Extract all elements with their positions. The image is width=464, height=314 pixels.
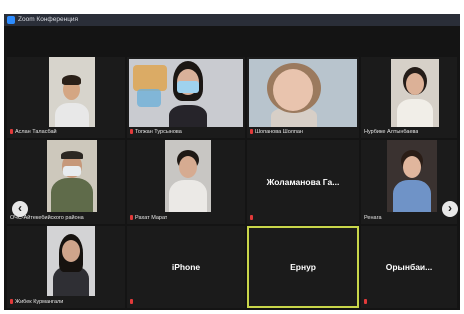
participant-video (47, 226, 95, 296)
face-mask (63, 166, 81, 176)
zoom-app-icon (7, 16, 15, 24)
participant-head (406, 73, 424, 95)
participant-head (179, 156, 197, 178)
participant-tile[interactable]: Жибек Курмангали (7, 226, 125, 308)
participant-name-text: Нурбике Алтынбаева (364, 129, 419, 135)
participant-tile[interactable]: Жоламанова Га... (247, 140, 359, 224)
participant-tile[interactable]: Тогжан Турсынова (127, 57, 245, 138)
participant-tile[interactable]: Рахат Марат (127, 140, 245, 224)
participant-body (397, 99, 433, 127)
participant-video (249, 59, 357, 127)
participant-name: Ренага (364, 215, 382, 222)
participant-video (391, 59, 439, 127)
participant-head (403, 156, 421, 178)
participant-hair (62, 75, 81, 85)
participant-name-placeholder: Орынбаи... (385, 262, 433, 272)
participant-name: Шопанова Шолпан (250, 129, 303, 136)
participant-body (55, 103, 89, 127)
muted-mic-icon (250, 129, 253, 134)
participant-body (393, 180, 431, 212)
muted-mic-icon (364, 299, 367, 304)
next-page-button[interactable]: › (442, 201, 458, 217)
wall-drawings (133, 65, 167, 91)
muted-mic-icon (130, 129, 133, 134)
muted-mic-icon (10, 129, 13, 134)
previous-page-button[interactable]: ‹ (12, 201, 28, 217)
active-speaker-tile[interactable]: Ернур (247, 226, 359, 308)
participant-video (47, 140, 97, 212)
title-bar: Zoom Конференция (4, 14, 460, 26)
participant-name-placeholder: Жоламанова Га... (266, 177, 340, 187)
participant-name-text: Ренага (364, 215, 382, 221)
participant-body (169, 105, 207, 127)
participant-video (49, 57, 95, 127)
participant-body (51, 178, 93, 212)
participant-name: Тогжан Турсынова (130, 129, 182, 136)
participant-name: Нурбике Алтынбаева (364, 129, 418, 136)
participant-name-text: Аслан Таласбай (15, 129, 57, 135)
wall-drawings (137, 89, 161, 107)
participant-body (169, 180, 207, 212)
window-title: Zoom Конференция (18, 16, 79, 23)
zoom-window: Zoom Конференция Аслан Таласбай Тогжан Т… (4, 14, 460, 310)
screenshot-frame: Zoom Конференция Аслан Таласбай Тогжан Т… (0, 0, 464, 314)
participant-name-text: Тогжан Турсынова (135, 129, 182, 135)
participant-head (273, 69, 313, 111)
participant-name: Аслан Таласбай (10, 129, 57, 136)
muted-mic-icon (250, 215, 253, 220)
participant-hair (61, 151, 83, 159)
participant-video (165, 140, 211, 212)
muted-mic-icon (10, 299, 13, 304)
face-mask (177, 81, 199, 93)
participant-tile[interactable]: Орынбаи... (361, 226, 457, 308)
participant-tile[interactable]: Аслан Таласбай (7, 57, 125, 138)
participant-name (130, 299, 135, 306)
participant-video (129, 59, 243, 127)
participant-name (364, 299, 369, 306)
participant-name-placeholder: iPhone (171, 262, 201, 272)
participant-tile[interactable]: Нурбике Алтынбаева (361, 57, 457, 138)
participant-tile[interactable]: Шопанова Шолпан (247, 57, 359, 138)
muted-mic-icon (130, 215, 133, 220)
participant-name: Жибек Курмангали (10, 299, 63, 306)
participant-head (62, 240, 80, 262)
gallery-grid: Аслан Таласбай Тогжан Турсынова Шопанова… (4, 54, 460, 310)
participant-name-placeholder: Ернур (290, 262, 316, 272)
participant-name-text: Жибек Курмангали (15, 299, 64, 305)
participant-name (250, 215, 255, 222)
participant-video (387, 140, 437, 212)
participant-name-text: Шопанова Шолпан (255, 129, 303, 135)
participant-name-text: Рахат Марат (135, 215, 168, 221)
muted-mic-icon (130, 299, 133, 304)
participant-name: Рахат Марат (130, 215, 167, 222)
participant-tile[interactable]: iPhone (127, 226, 245, 308)
